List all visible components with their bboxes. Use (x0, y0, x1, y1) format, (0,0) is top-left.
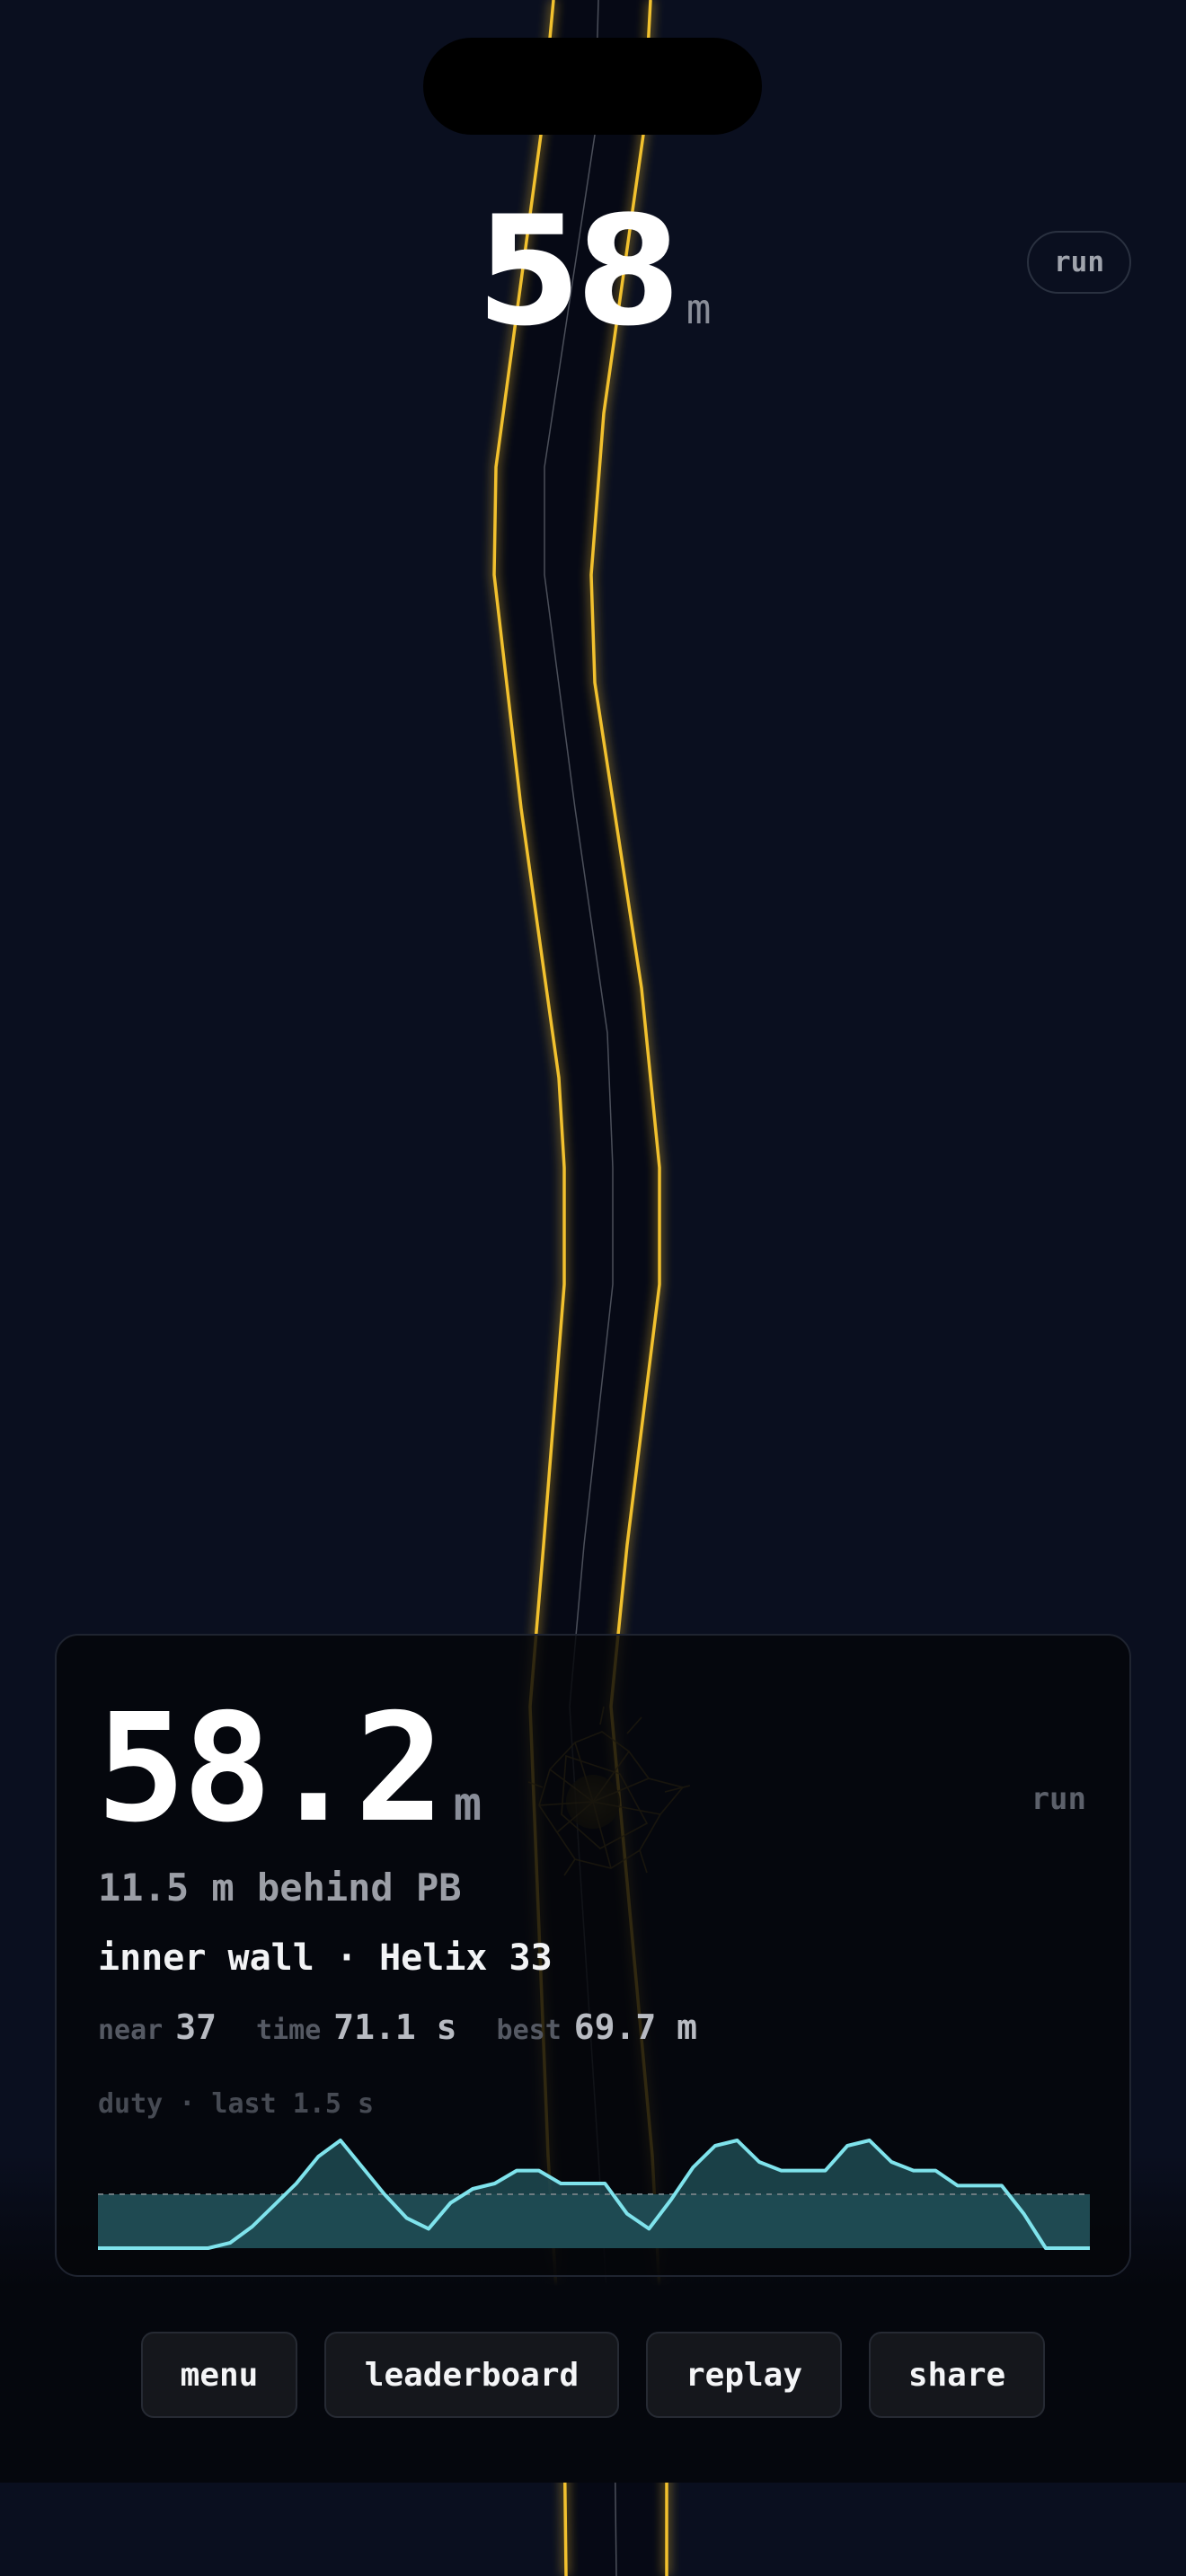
hud-distance-unit: m (686, 285, 712, 333)
leaderboard-button[interactable]: leaderboard (324, 2332, 619, 2418)
final-distance-value: 58.2 (96, 1682, 445, 1856)
result-mode-label: run (1031, 1781, 1086, 1817)
stat-time-value: 71.1 s (333, 2007, 457, 2047)
replay-button[interactable]: replay (646, 2332, 842, 2418)
pb-delta: 11.5 m behind PB (98, 1866, 462, 1910)
death-cause: inner wall · Helix 33 (98, 1937, 553, 1979)
result-card: 58.2 m run 11.5 m behind PB inner wall ·… (55, 1634, 1131, 2277)
duty-chart (98, 2139, 1090, 2250)
action-bar: menu leaderboard replay share (0, 2332, 1186, 2418)
final-distance-unit: m (453, 1778, 482, 1831)
hud-distance: 58 m (476, 196, 712, 347)
hud-distance-value: 58 (476, 183, 681, 359)
stat-best-label: best (496, 2015, 562, 2046)
stat-time-label: time (256, 2015, 322, 2046)
run-stats: near 37 time 71.1 s best 69.7 m (98, 2007, 737, 2047)
menu-button[interactable]: menu (141, 2332, 297, 2418)
share-button[interactable]: share (869, 2332, 1045, 2418)
duty-label: duty · last 1.5 s (98, 2088, 375, 2120)
stat-near-value: 37 (175, 2007, 217, 2047)
dynamic-island (423, 38, 762, 135)
stat-near-label: near (98, 2015, 164, 2046)
stat-best-value: 69.7 m (573, 2007, 698, 2047)
mode-toggle-button[interactable]: run (1027, 231, 1131, 294)
final-distance: 58.2 m (96, 1695, 482, 1844)
